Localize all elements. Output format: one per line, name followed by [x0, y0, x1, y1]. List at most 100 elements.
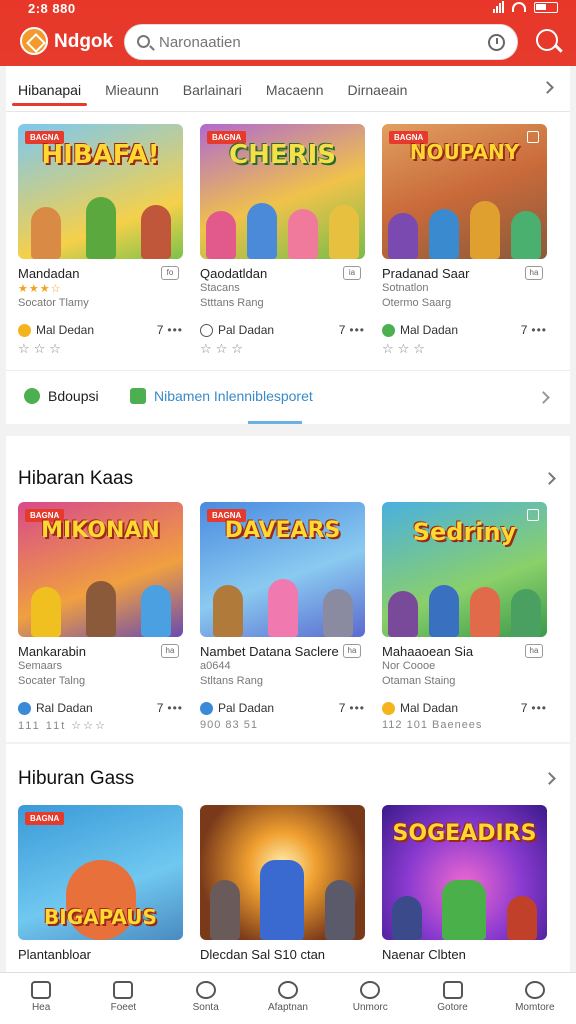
app-logo-icon[interactable]	[20, 27, 48, 55]
nav-label: Foeet	[110, 1002, 137, 1013]
card-name: Pradanad Saar	[382, 266, 470, 281]
battery-icon	[534, 1, 558, 13]
home-icon	[31, 981, 52, 999]
game-card[interactable]: BAGNA CHERIS Qaodatldan ia Stacans Sttta…	[200, 124, 365, 357]
nav-home[interactable]: Hea	[0, 973, 82, 1024]
game-thumbnail[interactable]: BAGNA DAVEARS	[200, 502, 365, 637]
signal-icon	[493, 1, 504, 13]
more-options-icon[interactable]: •••	[531, 701, 547, 715]
status-time: 2:8 880	[28, 1, 76, 16]
nav-label: Momtore	[515, 1002, 555, 1013]
card-subtitle-2: Otermo Saarg	[382, 297, 452, 309]
category-tabs: Hibanapai Mieaunn Barlainari Macaenn Dir…	[6, 66, 570, 112]
game-thumbnail[interactable]: BAGNA MIKONAN	[18, 502, 183, 637]
game-card[interactable]: BAGNA BIGAPAUS Plantanbloar	[18, 805, 183, 963]
nav-feed[interactable]: Foeet	[82, 973, 164, 1024]
tab-dirnaeain[interactable]: Dirnaeain	[336, 66, 420, 112]
game-thumbnail[interactable]	[200, 805, 365, 940]
card-rating[interactable]: ☆☆☆	[18, 341, 183, 357]
card-meta: Ral Dadan 7 •••	[18, 700, 183, 716]
nav-label: Hea	[31, 1002, 51, 1013]
thumbnail-title: CHERIS	[228, 140, 337, 170]
card-rating[interactable]: ☆☆☆	[382, 341, 547, 357]
app-brand: Ndgok	[54, 31, 114, 52]
card-rating[interactable]: 112 101 Baenees	[382, 719, 547, 735]
nav-profile[interactable]: Unmorc	[329, 973, 411, 1024]
card-subtitle-1: Nor Coooe	[382, 660, 436, 672]
game-thumbnail[interactable]: BAGNA HIBAFA!	[18, 124, 183, 259]
nav-label: Afaptnan	[267, 1002, 308, 1013]
card-author: Ral Dadan	[36, 701, 93, 715]
nav-members[interactable]: Momtore	[494, 973, 576, 1024]
card-name: Mandadan	[18, 266, 80, 281]
game-thumbnail[interactable]: SOGEADIRS	[382, 805, 547, 940]
promo-right[interactable]: Nibamen Inlenniblesporet	[130, 388, 313, 404]
card-count: 7	[156, 323, 164, 337]
card-tag: ha	[343, 644, 361, 658]
game-card[interactable]: BAGNA HIBAFA! Mandadan fo ★★★☆ Socator T…	[18, 124, 183, 357]
author-avatar-icon	[18, 323, 31, 337]
more-options-icon[interactable]: •••	[167, 323, 183, 337]
tab-barlainari[interactable]: Barlainari	[171, 66, 254, 112]
voice-search-icon[interactable]	[488, 34, 505, 51]
game-thumbnail[interactable]: BAGNA NOUPANY	[382, 124, 547, 259]
game-card[interactable]: Sedriny Mahaaoean Sia ha Nor Coooe Otama…	[382, 502, 547, 735]
game-thumbnail[interactable]: BAGNA CHERIS	[200, 124, 365, 259]
game-card[interactable]: BAGNA MIKONAN Mankarabin ha Semaars Soca…	[18, 502, 183, 735]
section-title: Hibaran Kaas	[18, 468, 134, 489]
more-options-icon[interactable]: •••	[531, 323, 547, 337]
gamepad-icon	[113, 981, 134, 999]
card-tag: ha	[525, 266, 543, 280]
location-icon	[200, 323, 213, 337]
nav-search[interactable]: Sonta	[165, 973, 247, 1024]
card-rating[interactable]: 111 11t ☆☆☆	[18, 719, 183, 735]
nav-label: Sonta	[192, 1002, 219, 1013]
store-icon	[442, 981, 463, 999]
more-options-icon[interactable]: •••	[349, 701, 365, 715]
card-author: Mal Dadan	[400, 323, 459, 337]
section3-grid: BAGNA BIGAPAUS Plantanbloar Dlecdan Sal …	[18, 805, 547, 963]
card-meta: Pal Dadan 7 •••	[200, 700, 365, 716]
tabs-scroll-right-icon[interactable]	[541, 81, 554, 94]
featured-grid: BAGNA HIBAFA! Mandadan fo ★★★☆ Socator T…	[18, 124, 547, 357]
promo-left-label: Bdoupsi	[48, 388, 99, 404]
user-icon	[360, 981, 381, 999]
nav-label: Unmorc	[352, 1002, 388, 1013]
promo-arrow-icon[interactable]	[537, 391, 550, 404]
nav-explore[interactable]: Afaptnan	[247, 973, 329, 1024]
nav-store[interactable]: Gotore	[411, 973, 493, 1024]
game-thumbnail[interactable]: Sedriny	[382, 502, 547, 637]
thumbnail-title: NOUPANY	[409, 140, 520, 164]
card-badge: BAGNA	[25, 812, 65, 825]
search-input[interactable]	[159, 31, 459, 53]
top-header: 2:8 880 Ndgok	[0, 0, 576, 66]
card-subtitle: Socator Tlamy	[18, 297, 89, 309]
card-meta: Pal Dadan 7 •••	[200, 322, 365, 338]
thumbnail-characters	[382, 870, 547, 940]
tab-macaenn[interactable]: Macaenn	[254, 66, 336, 112]
promo-left[interactable]: Bdoupsi	[24, 388, 99, 404]
tab-hibanapai[interactable]: Hibanapai	[6, 66, 93, 112]
thumbnail-characters	[200, 850, 365, 940]
card-name: Naenar Clbten	[382, 947, 466, 962]
status-bar: 2:8 880	[0, 0, 576, 18]
game-card[interactable]: SOGEADIRS Naenar Clbten	[382, 805, 547, 963]
card-rating[interactable]: 900 83 51	[200, 719, 365, 735]
card-stars: ★★★☆	[18, 283, 62, 295]
tab-mieaunn[interactable]: Mieaunn	[93, 66, 171, 112]
search-button-icon[interactable]	[536, 29, 558, 51]
game-card[interactable]: BAGNA DAVEARS Nambet Datana Saclere ha a…	[200, 502, 365, 735]
author-avatar-icon	[382, 323, 395, 337]
game-card[interactable]: Dlecdan Sal S10 ctan	[200, 805, 365, 963]
search-icon	[195, 981, 216, 999]
search-bar[interactable]	[124, 24, 518, 60]
more-options-icon[interactable]: •••	[167, 701, 183, 715]
game-card[interactable]: BAGNA NOUPANY Pradanad Saar ha Sotnatlon…	[382, 124, 547, 357]
card-rating[interactable]: ☆☆☆	[200, 341, 365, 357]
thumbnail-title: SOGEADIRS	[392, 821, 537, 846]
more-options-icon[interactable]: •••	[349, 323, 365, 337]
card-name: Mankarabin	[18, 644, 86, 659]
check-icon	[24, 388, 40, 404]
game-thumbnail[interactable]: BAGNA BIGAPAUS	[18, 805, 183, 940]
card-tag: ia	[343, 266, 361, 280]
